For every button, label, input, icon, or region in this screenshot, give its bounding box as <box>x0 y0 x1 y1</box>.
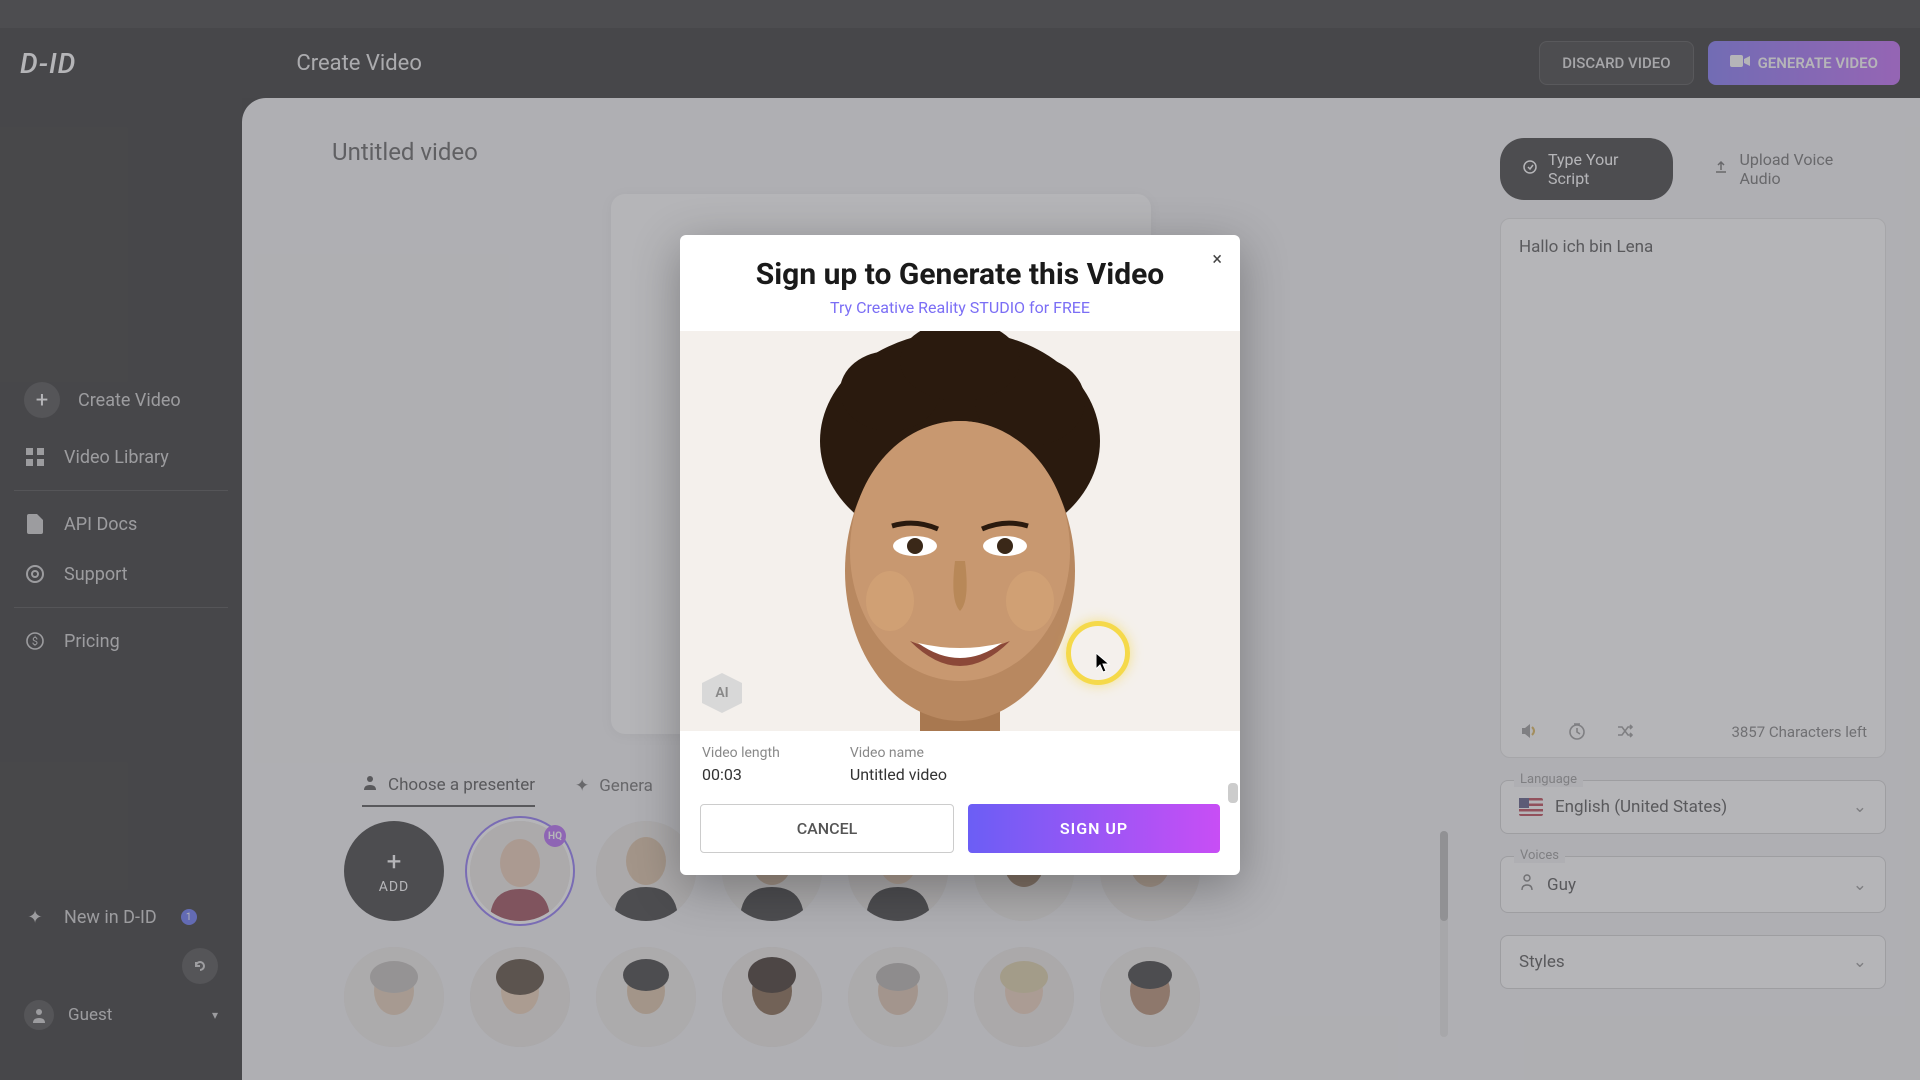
modal-title: Sign up to Generate this Video <box>680 235 1240 298</box>
video-length-value: 00:03 <box>702 765 780 784</box>
modal-overlay: × Sign up to Generate this Video Try Cre… <box>0 0 1920 1080</box>
modal-scrollbar[interactable] <box>1228 303 1238 807</box>
signup-button[interactable]: SIGN UP <box>968 804 1220 853</box>
video-name-value: Untitled video <box>850 765 947 784</box>
signup-modal: × Sign up to Generate this Video Try Cre… <box>680 235 1240 875</box>
modal-subtitle: Try Creative Reality STUDIO for FREE <box>680 298 1240 331</box>
modal-preview-image: AI <box>680 331 1240 731</box>
close-button[interactable]: × <box>1212 249 1222 270</box>
video-name-label: Video name <box>850 745 947 761</box>
cancel-button[interactable]: CANCEL <box>700 804 954 853</box>
video-length-label: Video length <box>702 745 780 761</box>
